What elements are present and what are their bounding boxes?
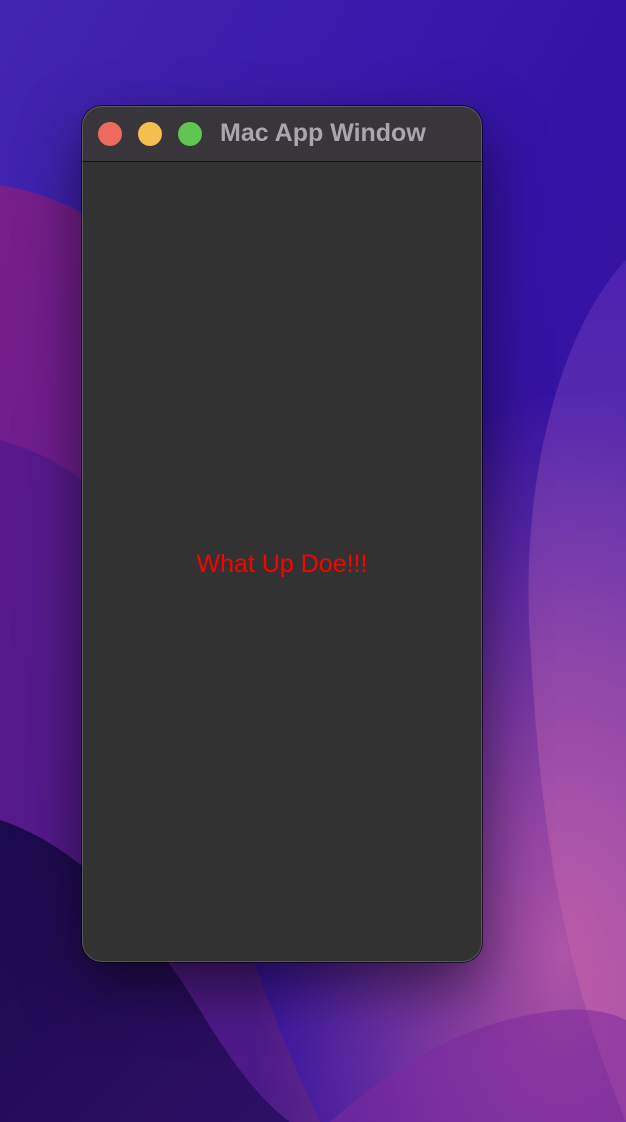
window-titlebar[interactable]: Mac App Window [82, 106, 482, 162]
window-content: What Up Doe!!! [82, 162, 482, 962]
close-window-button[interactable] [98, 122, 122, 146]
content-message: What Up Doe!!! [196, 550, 368, 578]
zoom-window-button[interactable] [178, 122, 202, 146]
minimize-window-button[interactable] [138, 122, 162, 146]
app-window: Mac App Window What Up Doe!!! [82, 106, 482, 962]
window-title: Mac App Window [220, 119, 426, 147]
